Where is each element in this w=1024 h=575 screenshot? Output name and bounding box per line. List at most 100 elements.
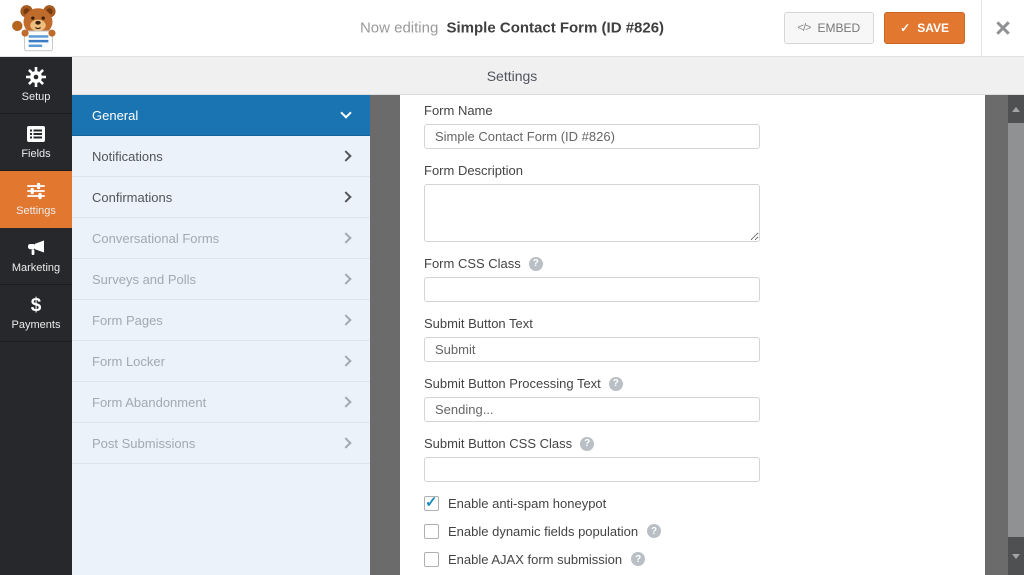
section-label: General <box>92 107 139 123</box>
section-label: Form Pages <box>92 312 163 328</box>
settings-section-notifications[interactable]: Notifications <box>72 136 370 177</box>
settings-section-form-abandonment[interactable]: Form Abandonment <box>72 382 370 423</box>
settings-general-content: Form Name Form Description Form CSS Class?… <box>400 95 985 575</box>
megaphone-icon <box>26 238 46 258</box>
code-icon: </> <box>797 22 812 34</box>
chevron-right-icon <box>340 355 352 367</box>
chevron-right-icon <box>340 396 352 408</box>
settings-sections-list: General Notifications Confirmations Convers… <box>72 95 370 575</box>
form-description-input[interactable] <box>424 184 760 242</box>
top-bar: Now editing Simple Contact Form (ID #826… <box>0 0 1024 57</box>
checkbox[interactable]: ✓ <box>424 493 439 511</box>
arrow-down-icon <box>1012 553 1020 559</box>
form-css-class-field: Form CSS Class? <box>424 256 961 302</box>
submit-button-text-input[interactable] <box>424 337 760 362</box>
chevron-right-icon <box>340 232 352 244</box>
content-gutter-left <box>370 95 400 575</box>
embed-button-label: EMBED <box>817 21 861 35</box>
submit-button-css-class-input[interactable] <box>424 457 760 482</box>
form-name-field: Form Name <box>424 103 961 149</box>
settings-section-surveys-and-polls[interactable]: Surveys and Polls <box>72 259 370 300</box>
nav-item-marketing[interactable]: Marketing <box>0 228 72 285</box>
chevron-right-icon <box>340 191 352 203</box>
submit-button-text-field: Submit Button Text <box>424 316 961 362</box>
section-label: Conversational Forms <box>92 230 220 246</box>
nav-item-label: Setup <box>21 91 51 103</box>
help-icon[interactable]: ? <box>528 256 543 271</box>
nav-item-label: Marketing <box>11 262 61 274</box>
field-label: Submit Button Text <box>424 316 533 331</box>
scrollbar-thumb[interactable] <box>1008 123 1024 537</box>
submit-button-processing-text-field: Submit Button Processing Text? <box>424 376 961 422</box>
section-label: Post Submissions <box>92 435 196 451</box>
section-label: Confirmations <box>92 189 173 205</box>
field-label: Form Description <box>424 163 523 178</box>
section-label: Form Abandonment <box>92 394 207 410</box>
form-css-class-input[interactable] <box>424 277 760 302</box>
settings-section-post-submissions[interactable]: Post Submissions <box>72 423 370 464</box>
chevron-right-icon <box>340 437 352 449</box>
chevron-right-icon <box>340 150 352 162</box>
checkbox[interactable] <box>424 523 439 539</box>
help-icon[interactable]: ? <box>580 436 595 451</box>
nav-item-label: Fields <box>21 148 51 160</box>
section-label: Notifications <box>92 148 163 164</box>
form-name-input[interactable] <box>424 124 760 149</box>
help-icon[interactable]: ? <box>631 552 646 566</box>
gear-icon <box>26 67 46 87</box>
topbar-actions: </> EMBED ✓ SAVE × <box>783 0 1024 56</box>
nav-item-settings[interactable]: Settings <box>0 171 72 228</box>
checkbox[interactable] <box>424 551 439 567</box>
chevron-right-icon <box>340 314 352 326</box>
enable-dynamic-fields-population-option[interactable]: Enable dynamic fields population? <box>424 523 961 539</box>
now-editing-label: Now editing <box>359 19 439 37</box>
save-button-label: SAVE <box>917 21 949 35</box>
now-editing-title: Now editing Simple Contact Form (ID #826… <box>360 20 664 37</box>
arrow-up-icon <box>1012 106 1020 112</box>
settings-section-confirmations[interactable]: Confirmations <box>72 177 370 218</box>
form-fields-icon <box>26 124 46 144</box>
form-fields-group: Form Name Form Description Form CSS Class?… <box>424 103 961 482</box>
settings-section-conversational-forms[interactable]: Conversational Forms <box>72 218 370 259</box>
scrollbar[interactable] <box>1008 95 1024 575</box>
section-label: Surveys and Polls <box>92 271 197 287</box>
chevron-down-icon <box>340 107 352 119</box>
field-label: Form Name <box>424 103 493 118</box>
form-title: Simple Contact Form (ID #826) <box>446 19 665 37</box>
scroll-down-button[interactable] <box>1008 537 1024 575</box>
help-icon[interactable]: ? <box>647 524 662 538</box>
nav-item-setup[interactable]: Setup <box>0 57 72 114</box>
wpforms-bear-logo <box>9 4 67 54</box>
settings-section-general[interactable]: General <box>72 95 370 136</box>
nav-item-fields[interactable]: Fields <box>0 114 72 171</box>
content-gutter-right <box>985 95 1008 575</box>
submit-button-processing-text-input[interactable] <box>424 397 760 422</box>
panel-title: Settings <box>486 67 538 84</box>
checkbox-label: Enable anti-spam honeypot <box>448 495 607 511</box>
checkbox-label: Enable AJAX form submission <box>448 551 623 567</box>
field-label: Submit Button Processing Text <box>424 376 601 391</box>
field-label: Form CSS Class <box>424 256 521 271</box>
scroll-up-button[interactable] <box>1008 95 1024 123</box>
enable-anti-spam-honeypot-option[interactable]: ✓ Enable anti-spam honeypot <box>424 493 961 511</box>
nav-item-label: Settings <box>16 205 56 217</box>
nav-item-payments[interactable]: $ Payments <box>0 285 72 342</box>
panel-header: Settings <box>72 57 1024 95</box>
embed-button[interactable]: </> EMBED <box>783 12 875 44</box>
help-icon[interactable]: ? <box>608 376 623 391</box>
sliders-icon <box>26 181 46 201</box>
check-icon: ✓ <box>900 21 911 35</box>
close-button[interactable]: × <box>982 0 1024 56</box>
form-options-group: ✓ Enable anti-spam honeypot Enable dynamic… <box>424 493 961 567</box>
checkbox-label: Enable dynamic fields population <box>448 523 639 539</box>
settings-section-form-pages[interactable]: Form Pages <box>72 300 370 341</box>
save-button[interactable]: ✓ SAVE <box>884 12 965 44</box>
nav-item-label: Payments <box>11 319 61 331</box>
settings-section-form-locker[interactable]: Form Locker <box>72 341 370 382</box>
form-description-field: Form Description <box>424 163 961 242</box>
enable-ajax-form-submission-option[interactable]: Enable AJAX form submission? <box>424 551 961 567</box>
checkmark-icon: ✓ <box>425 493 438 511</box>
builder-nav-sidebar: Setup Fields Settings Marketing $ Payments <box>0 57 72 575</box>
submit-button-css-class-field: Submit Button CSS Class? <box>424 436 961 482</box>
field-label: Submit Button CSS Class <box>424 436 573 451</box>
